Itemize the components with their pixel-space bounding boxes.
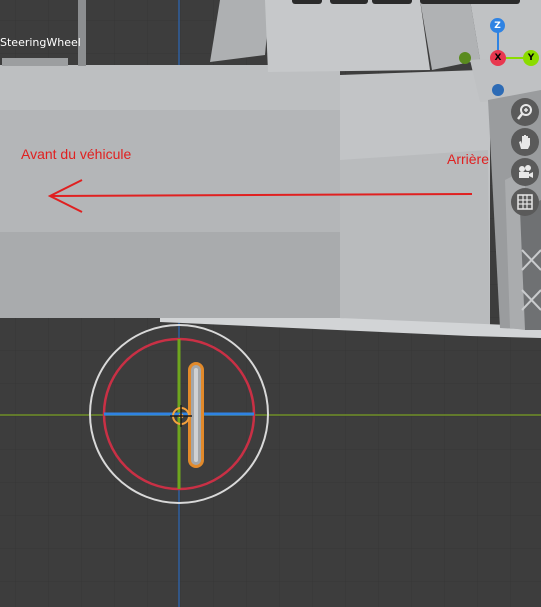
zoom-icon	[517, 104, 532, 120]
3d-viewport[interactable]: SteeringWheel Avant du véhicule Arrière …	[0, 0, 541, 607]
header-button[interactable]	[330, 0, 368, 4]
camera-view-button[interactable]	[511, 158, 539, 186]
header-button[interactable]	[372, 0, 412, 4]
hand-pan-icon	[519, 135, 530, 149]
shading-buttons[interactable]	[420, 0, 520, 4]
object-name-label: SteeringWheel	[0, 36, 81, 49]
gizmo-x-button[interactable]: X	[490, 50, 506, 66]
ortho-toggle-button[interactable]	[511, 188, 539, 216]
zoom-button[interactable]	[511, 98, 539, 126]
header-button[interactable]	[292, 0, 322, 4]
grid-view-icon	[517, 194, 533, 210]
gizmo-y-button[interactable]: Y	[523, 50, 539, 66]
gizmo-neg-y-button[interactable]	[459, 52, 471, 64]
camera-icon	[519, 165, 533, 178]
steering-wheel-object[interactable]	[188, 362, 204, 468]
gizmo-neg-z-button[interactable]	[492, 84, 504, 96]
front-annotation: Avant du véhicule	[21, 146, 132, 162]
viewport-scene[interactable]	[0, 0, 541, 607]
gizmo-z-button[interactable]: Z	[490, 18, 505, 33]
vehicle-body[interactable]	[0, 0, 541, 338]
rear-annotation: Arrière	[447, 151, 490, 167]
pan-button[interactable]	[511, 128, 539, 156]
